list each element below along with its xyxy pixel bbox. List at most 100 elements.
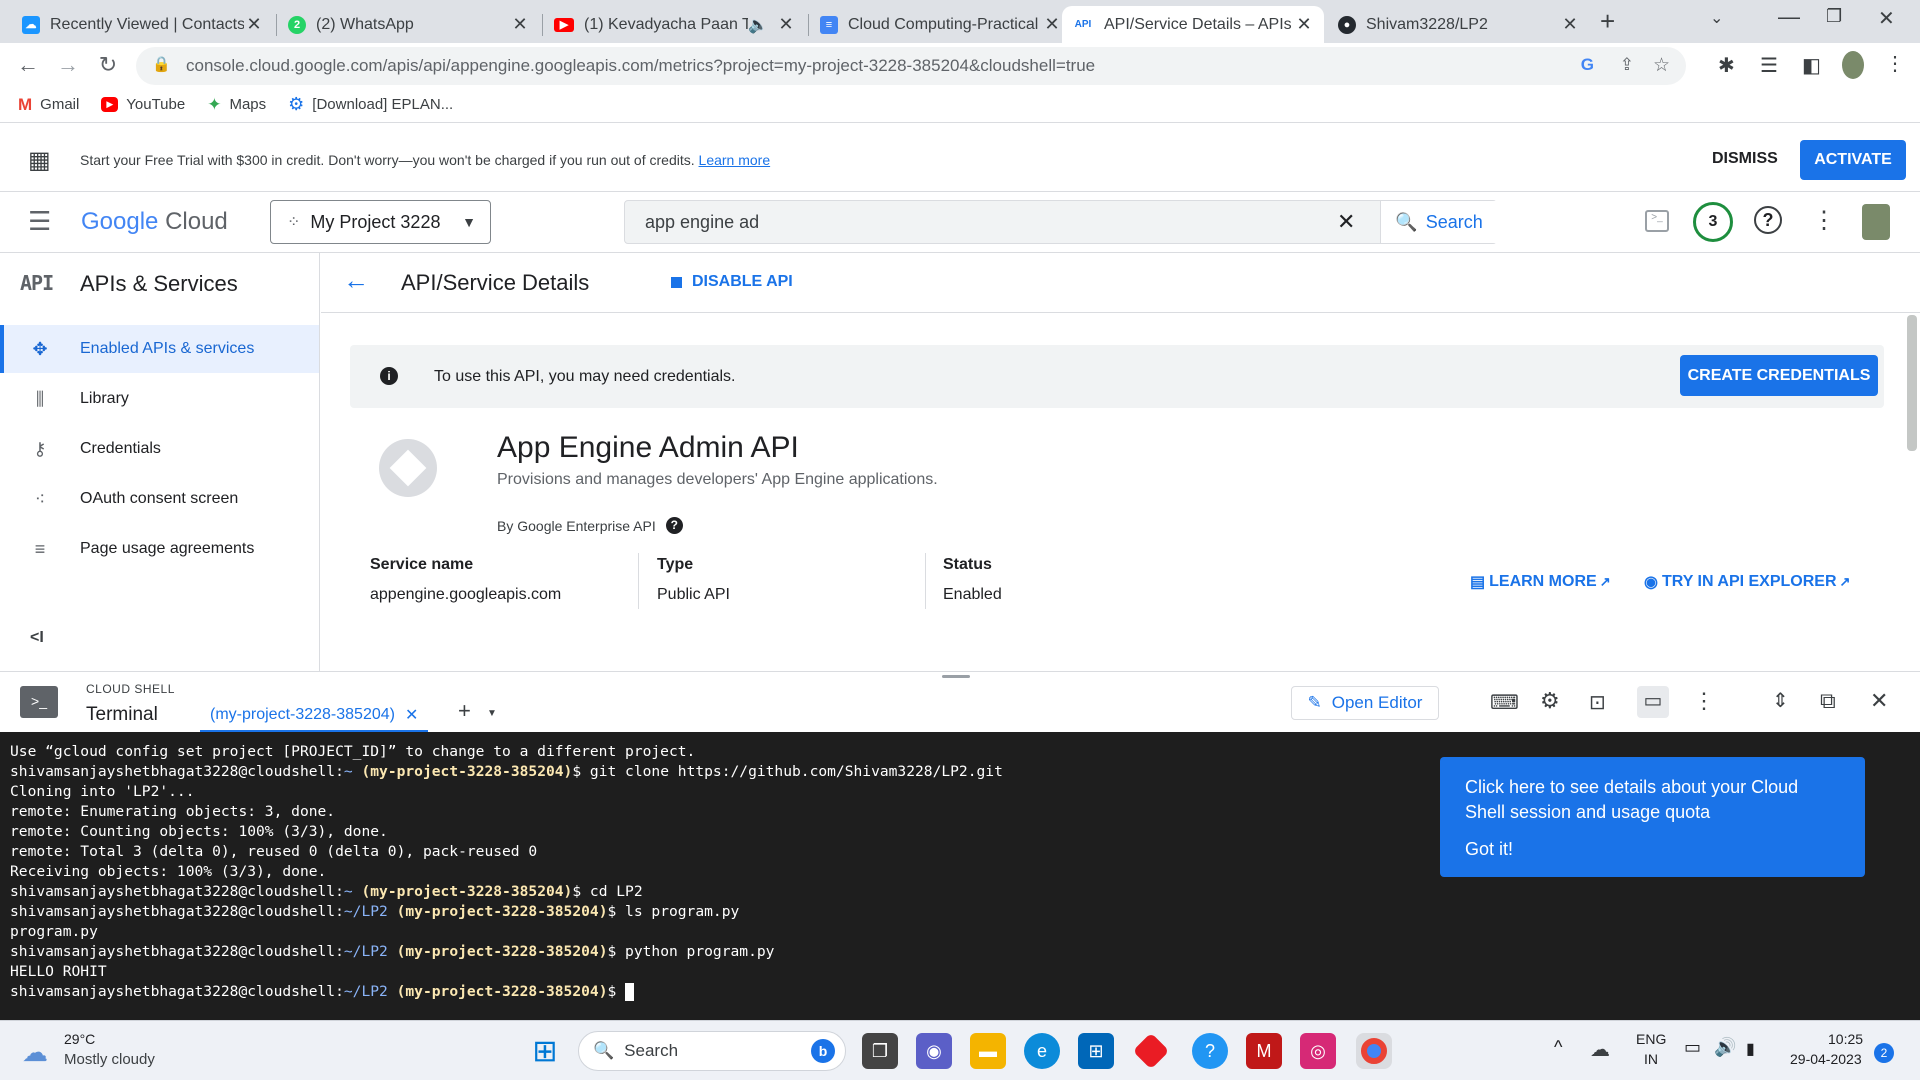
close-tab-icon[interactable]: ✕ (510, 14, 530, 35)
disable-api-button[interactable]: DISABLE API (671, 273, 793, 291)
microsoft-store-icon[interactable]: ⊞ (1078, 1033, 1114, 1069)
project-picker[interactable]: ⁘ My Project 3228 ▼ (270, 200, 491, 244)
google-cloud-logo[interactable]: Google Cloud (81, 208, 228, 236)
cloud-shell-tooltip[interactable]: Click here to see details about your Clo… (1440, 757, 1865, 877)
app-diamond-icon[interactable] (1132, 1032, 1170, 1070)
bookmark-maps[interactable]: ✦ Maps (207, 95, 266, 115)
tab-search-icon[interactable]: ⌄ (1710, 8, 1723, 28)
create-credentials-button[interactable]: CREATE CREDENTIALS (1680, 355, 1878, 396)
try-api-explorer-button[interactable]: ◉ TRY IN API EXPLORER ↗ (1644, 572, 1850, 592)
session-dropdown-icon[interactable]: ▼ (487, 708, 497, 719)
terminal-session-tab[interactable]: (my-project-3228-385204) ✕ (200, 700, 429, 733)
reload-icon[interactable]: ↻ (94, 51, 122, 79)
omnibox[interactable]: 🔒 console.cloud.google.com/apis/api/appe… (136, 47, 1686, 85)
terminal-layout-icon[interactable]: ▭ (1637, 686, 1669, 718)
close-tab-icon[interactable]: ✕ (1294, 14, 1314, 35)
close-shell-icon[interactable]: ✕ (1870, 688, 1888, 714)
battery-icon[interactable]: ▮ (1746, 1039, 1755, 1059)
bookmark-eplan[interactable]: ⚙ [Download] EPLAN... (288, 94, 453, 115)
learn-more-button[interactable]: ▤ LEARN MORE ↗ (1470, 572, 1611, 592)
cloud-shell-icon[interactable]: >_ (1645, 210, 1669, 232)
taskbar-search[interactable]: 🔍 Search b (578, 1031, 846, 1071)
language-indicator[interactable]: ENG (1636, 1031, 1666, 1047)
more-vert-icon[interactable]: ⋮ (1693, 688, 1715, 714)
browser-tab-youtube[interactable]: ▶ (1) Kevadyacha Paan Tu 🔈 ✕ (544, 6, 806, 43)
sidebar-item-oauth[interactable]: ⁖ OAuth consent screen (0, 475, 319, 523)
edge-icon[interactable]: e (1024, 1033, 1060, 1069)
search-input[interactable]: app engine ad (645, 212, 759, 233)
sidebar-item-page-usage[interactable]: ≡ Page usage agreements (0, 525, 319, 573)
more-options-icon[interactable]: ⋮ (1812, 206, 1836, 235)
search-button[interactable]: 🔍 Search (1380, 201, 1497, 243)
bookmark-gmail[interactable]: M Gmail (18, 95, 79, 115)
close-window-icon[interactable]: ✕ (1878, 6, 1895, 31)
onedrive-icon[interactable]: ☁ (1590, 1037, 1610, 1062)
learn-more-link[interactable]: Learn more (699, 152, 771, 168)
sidebar-item-library[interactable]: ⫼ Library (0, 375, 319, 423)
sidebar-item-enabled-apis[interactable]: ✥ Enabled APIs & services (0, 325, 319, 373)
sidebar-item-credentials[interactable]: ⚷ Credentials (0, 425, 319, 473)
open-editor-button[interactable]: ✎ Open Editor (1291, 686, 1439, 720)
speaker-icon[interactable]: 🔈 (748, 15, 768, 35)
restore-icon[interactable]: ❐ (1826, 6, 1842, 27)
browser-tab-github[interactable]: ● Shivam3228/LP2 ✕ (1328, 6, 1590, 43)
help-icon[interactable]: ? (1754, 206, 1782, 234)
clock-date[interactable]: 29-04-2023 (1790, 1051, 1862, 1067)
close-tab-icon[interactable]: ✕ (776, 14, 796, 35)
notifications-badge[interactable]: 3 (1693, 202, 1733, 242)
windows-start-icon[interactable]: ⊞ (527, 1033, 563, 1069)
close-tab-icon[interactable]: ✕ (1560, 14, 1580, 35)
extensions-icon[interactable]: ✱ (1718, 53, 1735, 78)
side-panel-icon[interactable]: ◧ (1802, 53, 1821, 78)
scrollbar-thumb[interactable] (1907, 315, 1917, 451)
notification-count-badge[interactable]: 2 (1874, 1043, 1894, 1063)
add-session-icon[interactable]: + (458, 698, 471, 724)
browser-menu-icon[interactable]: ⋮ (1885, 51, 1905, 76)
share-icon[interactable]: ⇪ (1620, 55, 1634, 75)
account-avatar[interactable] (1862, 204, 1890, 240)
close-tab-icon[interactable]: ✕ (244, 14, 264, 35)
hamburger-menu-icon[interactable]: ☰ (28, 206, 51, 237)
maximize-icon[interactable]: ⇕ (1772, 688, 1789, 713)
browser-tab-whatsapp[interactable]: 2 (2) WhatsApp ✕ (278, 6, 540, 43)
dismiss-button[interactable]: DISMISS (1712, 150, 1778, 168)
close-session-icon[interactable]: ✕ (405, 705, 418, 725)
forward-icon[interactable]: → (54, 51, 82, 79)
open-new-window-icon[interactable]: ⧉ (1820, 688, 1836, 714)
got-it-button[interactable]: Got it! (1465, 839, 1840, 860)
browser-tab-docs[interactable]: ≡ Cloud Computing-Practical ✕ (810, 6, 1072, 43)
profile-avatar[interactable] (1842, 51, 1864, 79)
volume-icon[interactable]: 🔊 (1714, 1037, 1736, 1058)
chrome-icon[interactable] (1356, 1033, 1392, 1069)
resize-handle[interactable] (942, 675, 970, 678)
clear-search-icon[interactable]: ✕ (1337, 209, 1355, 235)
collapse-sidebar-icon[interactable]: <I (30, 629, 44, 647)
mcafee-icon[interactable]: M (1246, 1033, 1282, 1069)
bookmark-youtube[interactable]: ▶ YouTube (101, 96, 185, 113)
keyboard-icon[interactable]: ⌨ (1490, 690, 1519, 715)
activate-button[interactable]: ACTIVATE (1800, 140, 1906, 180)
close-tab-icon[interactable]: ✕ (1042, 14, 1062, 35)
web-preview-icon[interactable]: ⊡ (1589, 690, 1606, 715)
new-tab-icon[interactable]: + (1600, 6, 1615, 37)
file-explorer-icon[interactable]: ▬ (970, 1033, 1006, 1069)
region-indicator[interactable]: IN (1644, 1051, 1658, 1067)
weather-cloud-icon[interactable]: ☁ (22, 1037, 48, 1068)
help-app-icon[interactable]: ? (1192, 1033, 1228, 1069)
network-icon[interactable]: ▭ (1684, 1037, 1701, 1058)
clock-time[interactable]: 10:25 (1828, 1031, 1863, 1047)
show-hidden-icons[interactable]: ^ (1554, 1037, 1562, 1058)
teams-icon[interactable]: ◉ (916, 1033, 952, 1069)
settings-icon[interactable]: ⚙ (1540, 688, 1560, 714)
instagram-icon[interactable]: ◎ (1300, 1033, 1336, 1069)
bookmark-star-icon[interactable]: ☆ (1653, 54, 1670, 77)
browser-tab-api-details[interactable]: API API/Service Details – APIs & ✕ (1062, 6, 1324, 43)
back-icon[interactable]: ← (14, 51, 42, 79)
minimize-icon[interactable]: — (1778, 4, 1800, 30)
help-circle-icon[interactable]: ? (665, 517, 683, 534)
back-arrow-icon[interactable]: ← (343, 265, 369, 296)
task-view-icon[interactable]: ❐ (862, 1033, 898, 1069)
media-control-icon[interactable]: ☰ (1760, 53, 1778, 78)
google-lens-icon[interactable]: G (1581, 55, 1594, 75)
browser-tab-contacts[interactable]: ☁ Recently Viewed | Contacts ✕ (12, 6, 274, 43)
